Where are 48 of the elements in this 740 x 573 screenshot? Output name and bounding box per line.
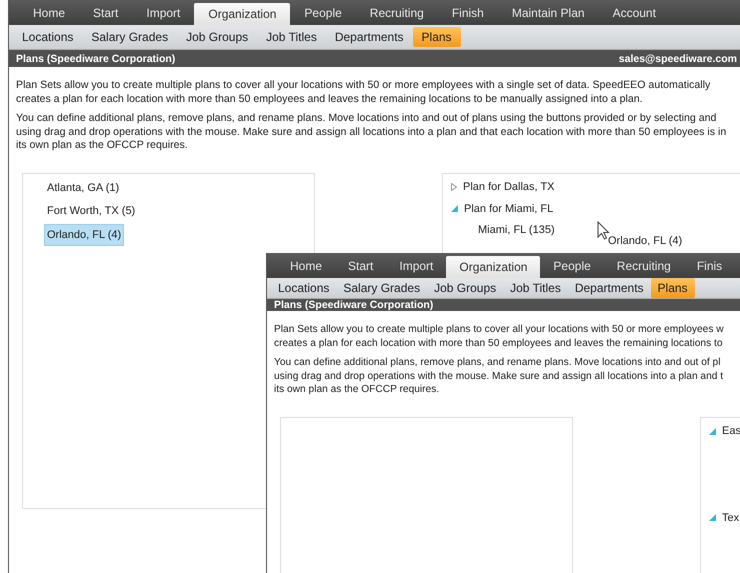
sub-tab[interactable]: Locations: [13, 27, 82, 47]
menu-tab[interactable]: Start: [335, 253, 386, 278]
description-paragraph: Plan Sets allow you to create multiple plans to cover all your locations with 50 or more employees w creates a plan for each location with more than 50 employees and leaves the remaining locations to: [274, 323, 725, 350]
description-paragraph: Plan Sets allow you to create multiple plans to cover all your locations with 50 or more employees with a single set of data. SpeedEEO automatically creates a plan for each location with more than 50 employees and leaves the remaining locations to be manually assigned into a plan.: [16, 79, 712, 106]
menu-tab[interactable]: Start: [79, 0, 132, 25]
description-paragraph: You can define additional plans, remove plans, and rename plans. Move locations into and out of pl using drag and drop operations with the mouse. Make sure and assign all locations into a plan and t its own plan as the OFCCP requires.: [274, 356, 724, 396]
sub-tab[interactable]: Job Titles: [257, 27, 326, 47]
tree-item[interactable]: Plan for Dallas, TX: [463, 181, 555, 194]
menu-tab[interactable]: Home: [19, 0, 80, 25]
menu-tab[interactable]: Recruiting: [604, 253, 684, 278]
menu-tab[interactable]: Recruiting: [356, 0, 438, 25]
section-title: Plans (Speediware Corporation): [274, 299, 434, 311]
drag-label: Orlando, FL (4): [608, 235, 682, 247]
menu-tab[interactable]: Organization: [194, 3, 290, 25]
tree-item[interactable]: Plan for Miami, FL: [464, 202, 554, 215]
location-item[interactable]: Orlando, FL (4): [44, 224, 124, 246]
menu-tab[interactable]: Account: [598, 0, 670, 25]
sub-tab[interactable]: Departments: [326, 27, 413, 47]
menu-tab[interactable]: People: [290, 0, 356, 25]
sub-tab[interactable]: Job Groups: [427, 278, 504, 298]
tree-item[interactable]: Tex: [722, 512, 740, 524]
menu-tab[interactable]: People: [540, 253, 604, 278]
location-item[interactable]: Fort Worth, TX (5): [44, 200, 138, 222]
email-address: sales@speediware.com: [618, 52, 737, 64]
location-item[interactable]: Atlanta, GA (1): [44, 176, 122, 198]
sub-tab[interactable]: Plans: [412, 27, 461, 47]
sub-tab[interactable]: Plans: [650, 278, 695, 298]
sub-tab[interactable]: Job Titles: [503, 278, 568, 298]
cursor-icon: [597, 221, 610, 240]
expanded-triangle-icon[interactable]: [451, 205, 458, 212]
menu-tab[interactable]: Home: [277, 253, 336, 278]
menu-tab[interactable]: Import: [132, 0, 194, 25]
expanded-triangle-icon[interactable]: [709, 428, 716, 435]
menu-tab[interactable]: Organization: [446, 256, 540, 278]
sub-tab[interactable]: Salary Grades: [82, 27, 178, 47]
menu-tab[interactable]: Finish: [438, 0, 498, 25]
description-paragraph: You can define additional plans, remove plans, and rename plans. Move locations into and out of plans using the buttons provided or by selecting and using drag and drop operations with the mouse. Make sure and assign all locations into a plan and that each location with more than 50 employees is in its own plan as the OFCCP requires.: [16, 112, 728, 152]
sub-tab[interactable]: Locations: [271, 278, 336, 298]
sub-tab[interactable]: Salary Grades: [336, 278, 428, 298]
collapsed-triangle-icon[interactable]: [451, 183, 457, 192]
menu-tab[interactable]: Maintain Plan: [498, 0, 599, 25]
menu-tab[interactable]: Finis: [684, 253, 736, 278]
tree-item[interactable]: Miami, FL (135): [478, 224, 555, 236]
sub-tab[interactable]: Departments: [568, 278, 651, 298]
expanded-triangle-icon[interactable]: [709, 514, 716, 522]
section-title: Plans (Speediware Corporation): [16, 52, 176, 64]
menu-tab[interactable]: Import: [386, 253, 446, 278]
sub-tab[interactable]: Job Groups: [177, 27, 258, 47]
